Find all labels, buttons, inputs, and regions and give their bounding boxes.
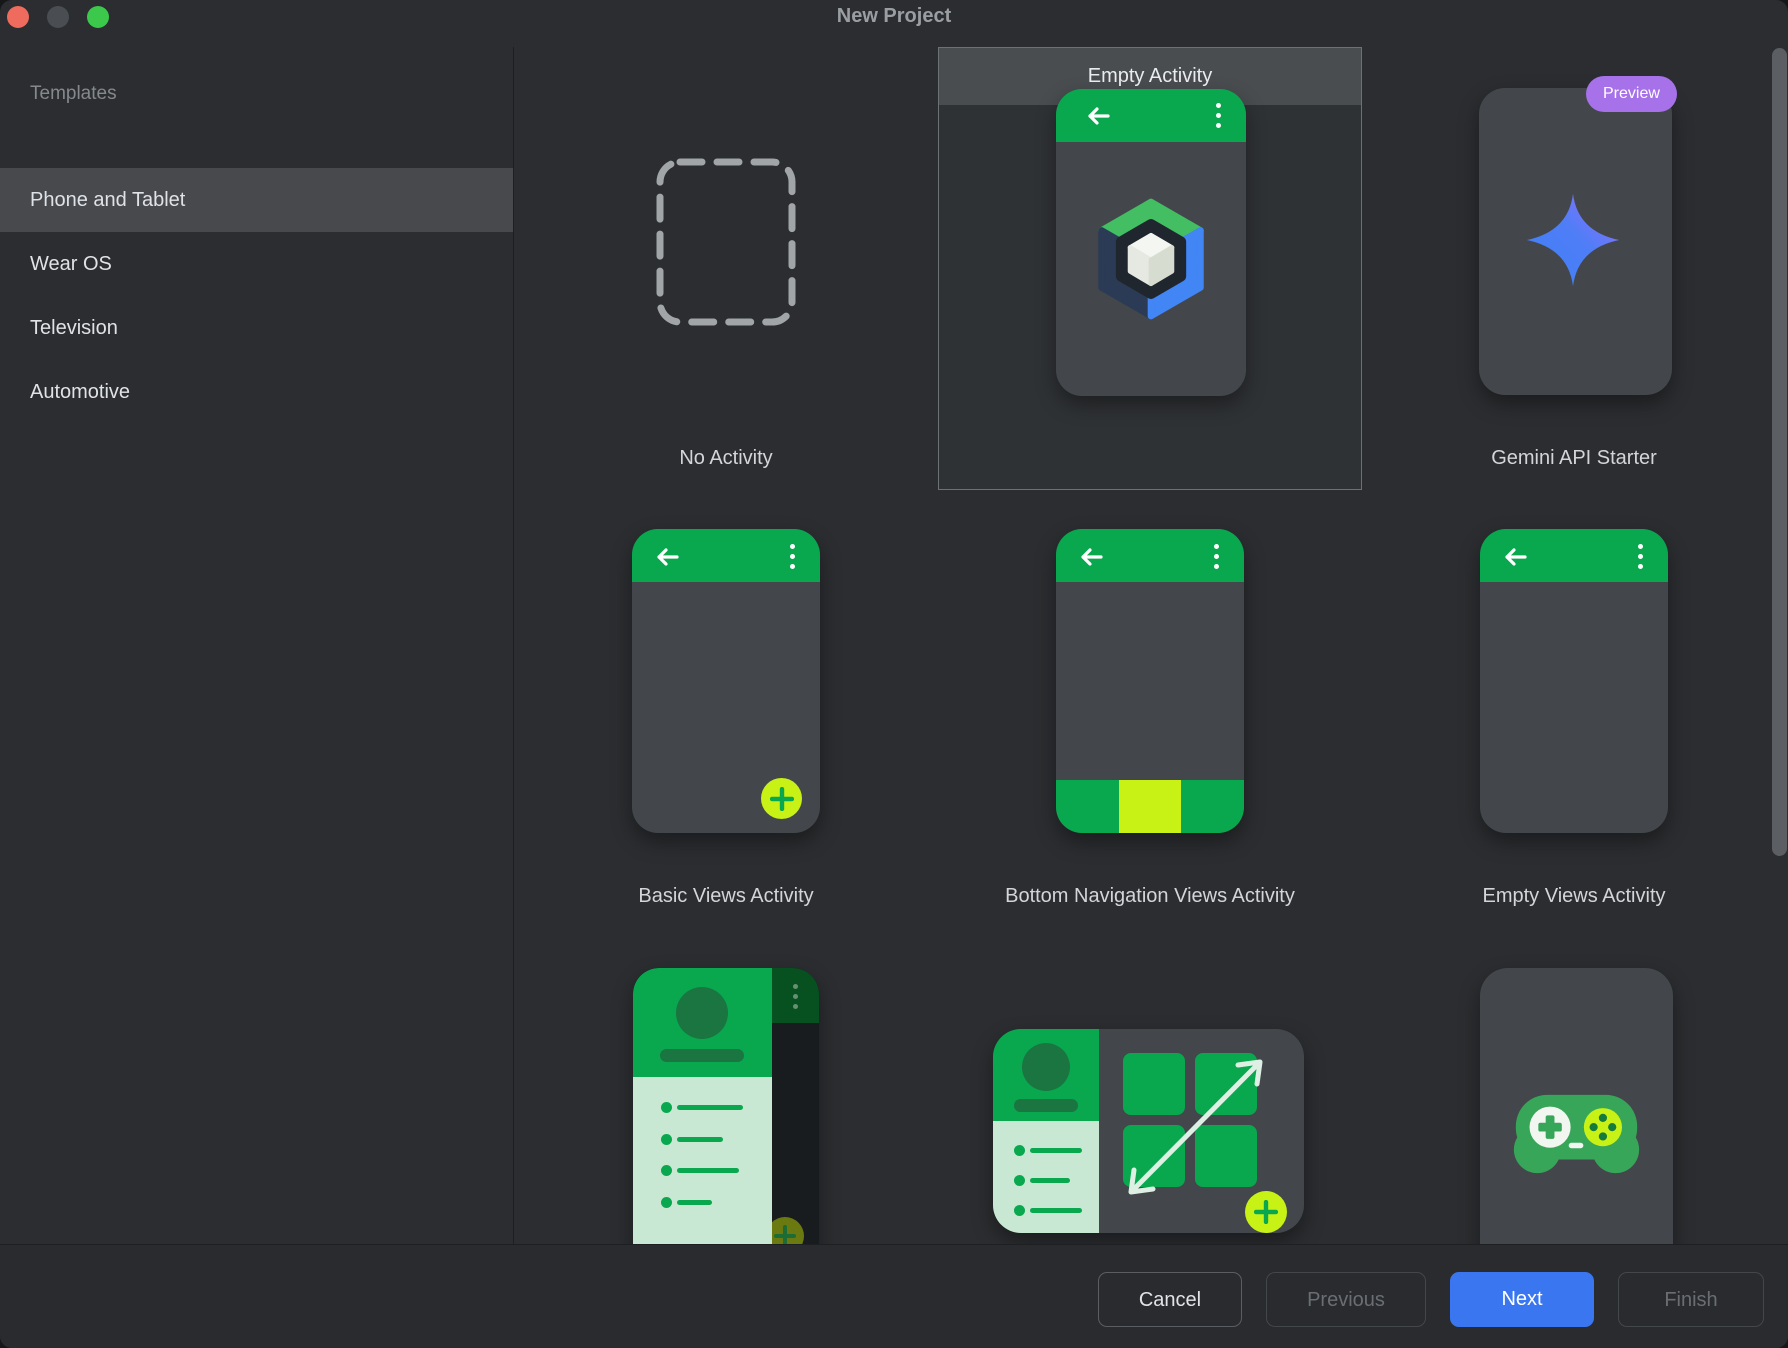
dialog-title: New Project — [0, 5, 1788, 28]
template-card-navigation-drawer-activity[interactable] — [633, 968, 819, 1244]
gamepad-icon — [1508, 1086, 1645, 1182]
previous-button[interactable]: Previous — [1266, 1272, 1426, 1327]
sidebar-item-wear-os[interactable]: Wear OS — [0, 232, 513, 296]
dialog-footer: Cancel Previous Next Finish — [0, 1244, 1788, 1348]
avatar — [676, 987, 728, 1039]
sidebar-item-phone-and-tablet[interactable]: Phone and Tablet — [0, 168, 513, 232]
finish-button[interactable]: Finish — [1618, 1272, 1764, 1327]
sidebar-item-automotive[interactable]: Automotive — [0, 360, 513, 424]
sidebar-item-television[interactable]: Television — [0, 296, 513, 360]
next-button[interactable]: Next — [1450, 1272, 1594, 1327]
drawer-name-bar — [660, 1049, 744, 1062]
new-project-dialog: New Project Templates Phone and Tablet W… — [0, 0, 1788, 1348]
kebab-menu-icon — [793, 984, 798, 1014]
vertical-scrollbar-thumb[interactable] — [1772, 48, 1787, 856]
template-grid-overflow — [513, 47, 1775, 1244]
template-card-game-activity[interactable] — [1480, 968, 1673, 1244]
navigation-drawer — [633, 968, 772, 1244]
sidebar-header: Templates — [30, 83, 117, 105]
templates-sidebar: Templates Phone and Tablet Wear OS Telev… — [0, 47, 513, 1244]
drawer-header — [633, 968, 772, 1077]
cancel-button[interactable]: Cancel — [1098, 1272, 1242, 1327]
fab-plus-icon — [1245, 1191, 1287, 1233]
drawer-list — [633, 1077, 772, 1244]
dimmed-app-bar — [772, 968, 819, 1023]
template-card-responsive-views-activity[interactable] — [993, 1029, 1304, 1233]
